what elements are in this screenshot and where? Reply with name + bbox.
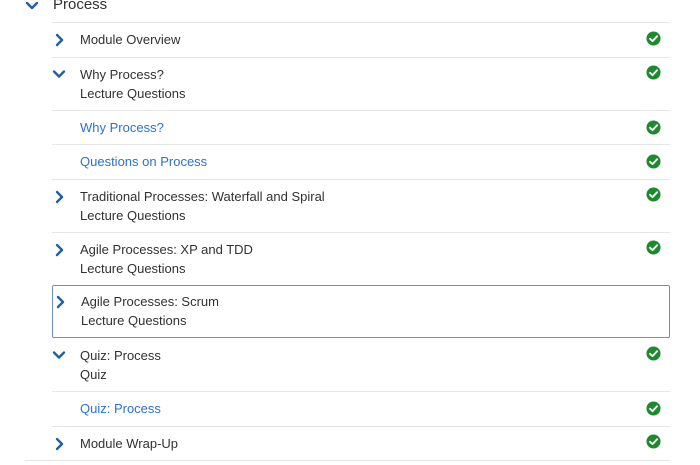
lesson-title: Quiz: Process <box>80 348 161 363</box>
chevron-right-icon[interactable] <box>52 243 66 257</box>
section-title: Process <box>53 0 108 13</box>
chevron-down-icon[interactable] <box>52 67 66 81</box>
lesson-subtitle: Lecture Questions <box>81 313 187 328</box>
check-circle-icon <box>646 187 661 202</box>
check-circle-icon <box>646 31 661 46</box>
check-circle-icon <box>646 401 661 416</box>
lesson-text: Module Overview <box>80 30 180 49</box>
lesson-row-traditional-processes[interactable]: Traditional Processes: Waterfall and Spi… <box>52 179 670 232</box>
lesson-list: Module Overview Why Process? Lecture Que… <box>52 22 670 460</box>
sub-item-link[interactable]: Questions on Process <box>80 154 207 169</box>
check-circle-icon <box>646 154 661 169</box>
chevron-right-icon[interactable] <box>52 33 66 47</box>
lesson-text: Agile Processes: Scrum Lecture Questions <box>81 292 219 330</box>
chevron-down-icon[interactable] <box>24 0 40 14</box>
lesson-title: Module Overview <box>80 32 181 47</box>
sub-item-text: Quiz: Process <box>80 399 161 418</box>
check-circle-icon <box>646 434 661 449</box>
lesson-subtitle: Lecture Questions <box>80 261 186 276</box>
lesson-title: Module Wrap-Up <box>80 436 179 451</box>
sub-item-quiz-process[interactable]: Quiz: Process <box>52 391 670 426</box>
check-circle-icon <box>646 120 661 135</box>
sub-item-link[interactable]: Why Process? <box>80 120 164 135</box>
lesson-text: Module Wrap-Up <box>80 434 178 453</box>
check-circle-icon <box>646 240 661 255</box>
lesson-row-quiz-process[interactable]: Quiz: Process Quiz <box>52 338 670 391</box>
lesson-subtitle: Lecture Questions <box>80 86 186 101</box>
lesson-text: Quiz: Process Quiz <box>80 346 161 384</box>
lesson-row-why-process[interactable]: Why Process? Lecture Questions <box>52 57 670 110</box>
lesson-title: Traditional Processes: Waterfall and Spi… <box>80 189 325 204</box>
lesson-text: Why Process? Lecture Questions <box>80 65 186 103</box>
lesson-subtitle: Quiz <box>80 367 107 382</box>
lesson-subtitle: Lecture Questions <box>80 208 186 223</box>
lesson-title: Agile Processes: Scrum <box>81 294 219 309</box>
check-circle-icon <box>646 65 661 80</box>
section-bottom-divider <box>25 460 670 461</box>
sub-item-link[interactable]: Quiz: Process <box>80 401 161 416</box>
lesson-text: Agile Processes: XP and TDD Lecture Ques… <box>80 240 253 278</box>
section-header-process[interactable]: Process <box>0 0 700 22</box>
lesson-row-module-wrap-up[interactable]: Module Wrap-Up <box>52 426 670 460</box>
lesson-row-agile-scrum[interactable]: Agile Processes: Scrum Lecture Questions <box>52 285 670 338</box>
chevron-right-icon[interactable] <box>52 190 66 204</box>
lesson-row-module-overview[interactable]: Module Overview <box>52 22 670 57</box>
sub-item-why-process[interactable]: Why Process? <box>52 110 670 144</box>
sub-item-text: Questions on Process <box>80 152 207 171</box>
sub-item-questions-on-process[interactable]: Questions on Process <box>52 144 670 179</box>
chevron-right-icon[interactable] <box>52 437 66 451</box>
lesson-title: Agile Processes: XP and TDD <box>80 242 253 257</box>
chevron-down-icon[interactable] <box>52 348 66 362</box>
chevron-right-icon[interactable] <box>53 295 67 309</box>
lesson-row-agile-xp-tdd[interactable]: Agile Processes: XP and TDD Lecture Ques… <box>52 232 670 285</box>
course-outline: Process Module Overview Why Process? Lec… <box>0 0 700 465</box>
sub-item-text: Why Process? <box>80 118 164 137</box>
lesson-text: Traditional Processes: Waterfall and Spi… <box>80 187 325 225</box>
lesson-title: Why Process? <box>80 67 164 82</box>
check-circle-icon <box>646 346 661 361</box>
